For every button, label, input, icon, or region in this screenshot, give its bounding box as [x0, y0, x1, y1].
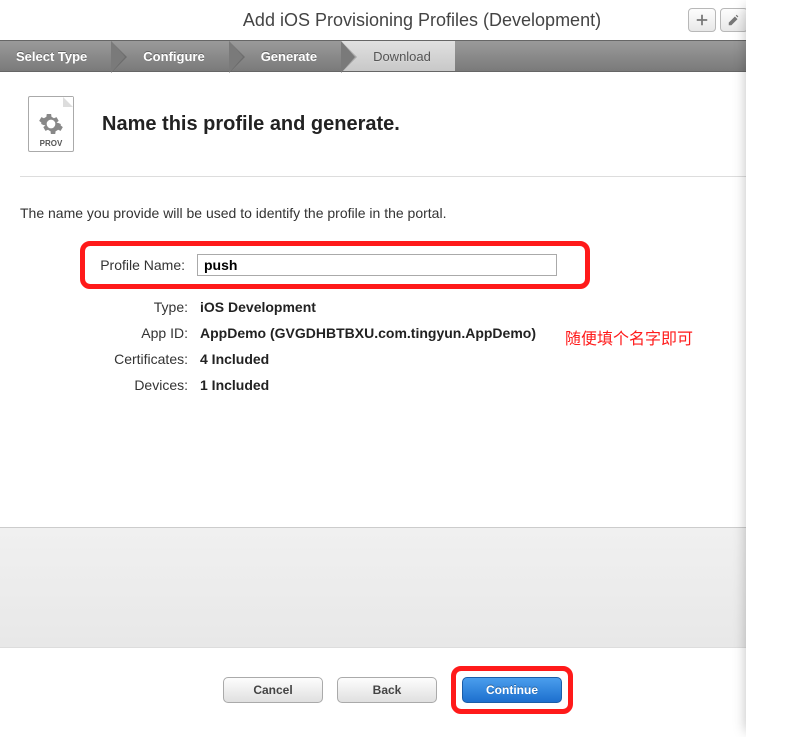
certificates-row: Certificates: 4 Included	[20, 351, 776, 367]
crumb-configure[interactable]: Configure	[111, 41, 228, 71]
app-id-value: AppDemo (GVGDHBTBXU.com.tingyun.AppDemo)	[200, 325, 536, 341]
add-button[interactable]	[688, 8, 716, 32]
edit-button[interactable]	[720, 8, 748, 32]
type-label: Type:	[60, 299, 200, 315]
cancel-button[interactable]: Cancel	[223, 677, 323, 703]
page-header: Add iOS Provisioning Profiles (Developme…	[0, 0, 796, 40]
help-text: The name you provide will be used to ide…	[20, 205, 776, 221]
page-title: Add iOS Provisioning Profiles (Developme…	[16, 10, 688, 31]
devices-row: Devices: 1 Included	[20, 377, 776, 393]
certificates-value: 4 Included	[200, 351, 269, 367]
profile-name-label: Profile Name:	[97, 257, 197, 273]
prov-icon-label: PROV	[40, 139, 63, 148]
crumb-select-type[interactable]: Select Type	[0, 41, 111, 71]
profile-name-highlight: Profile Name:	[80, 241, 590, 289]
crumb-download[interactable]: Download	[341, 41, 455, 71]
type-value: iOS Development	[200, 299, 316, 315]
continue-button[interactable]: Continue	[462, 677, 562, 703]
content-area: PROV Name this profile and generate. The…	[0, 72, 796, 427]
gear-icon	[38, 111, 64, 137]
continue-highlight: Continue	[451, 666, 573, 714]
breadcrumb: Select Type Configure Generate Download	[0, 40, 796, 72]
devices-label: Devices:	[60, 377, 200, 393]
provisioning-profile-icon: PROV	[28, 96, 74, 152]
section-header: PROV Name this profile and generate.	[20, 96, 776, 177]
certificates-label: Certificates:	[60, 351, 200, 367]
annotation-text: 随便填个名字即可	[565, 325, 693, 349]
profile-name-input[interactable]	[197, 254, 557, 276]
crumb-generate[interactable]: Generate	[229, 41, 341, 71]
right-shadow	[746, 0, 796, 737]
type-row: Type: iOS Development	[20, 299, 776, 315]
edit-icon	[727, 13, 741, 27]
back-button[interactable]: Back	[337, 677, 437, 703]
section-title: Name this profile and generate.	[102, 113, 400, 136]
footer: Cancel Back Continue	[0, 647, 796, 732]
divider-area	[0, 527, 796, 647]
devices-value: 1 Included	[200, 377, 269, 393]
plus-icon	[695, 13, 709, 27]
app-id-label: App ID:	[60, 325, 200, 341]
